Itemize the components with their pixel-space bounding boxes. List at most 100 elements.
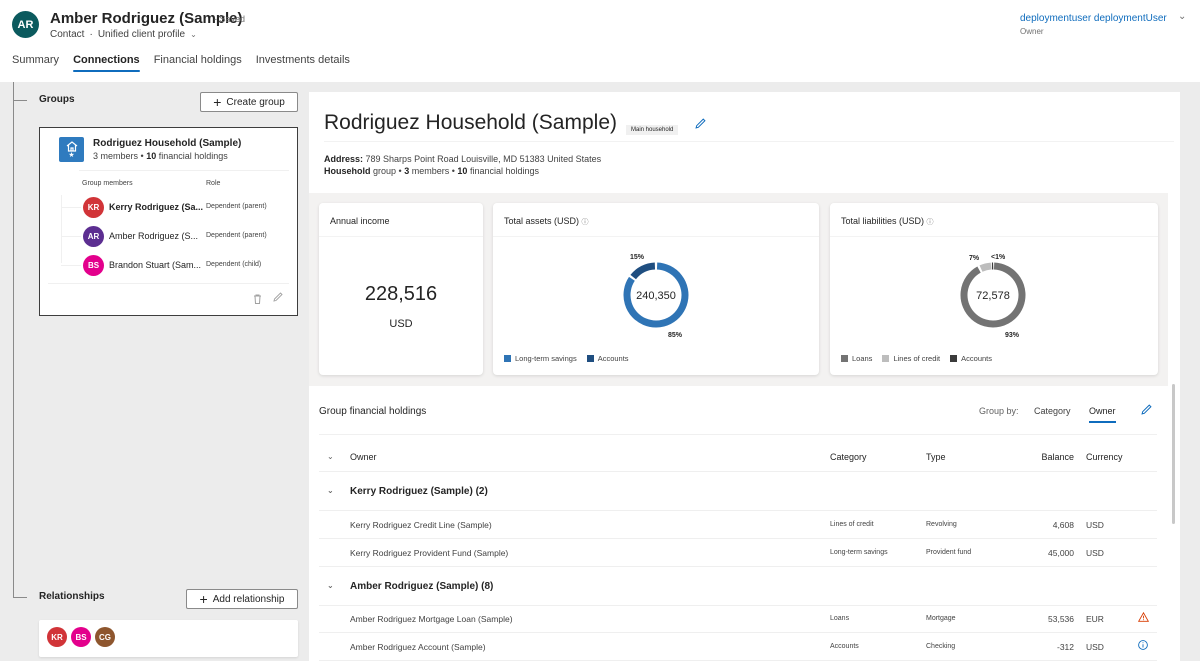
tree-connector: [61, 265, 81, 266]
relationships-heading: Relationships: [39, 591, 105, 602]
plus-icon: +: [213, 94, 222, 110]
tab-list: Summary Connections Financial holdings I…: [12, 54, 364, 72]
avatar: BS: [83, 255, 104, 276]
income-unit: USD: [389, 318, 413, 330]
scrollbar-thumb[interactable]: [1172, 384, 1175, 524]
household-panel: Rodriguez Household (Sample) Main househ…: [309, 92, 1180, 661]
col-category[interactable]: Category: [830, 452, 867, 462]
holding-name[interactable]: Amber Rodriguez Mortgage Loan (Sample): [350, 614, 513, 624]
holding-name[interactable]: Kerry Rodriguez Provident Fund (Sample): [350, 548, 508, 558]
legend-item[interactable]: Accounts: [586, 354, 629, 363]
relationships-card: KR BS CG: [39, 620, 298, 657]
card-title: Total liabilities (USD) ⓘ: [841, 216, 934, 227]
tree-connector: [13, 82, 14, 598]
group-member[interactable]: BS Brandon Stuart (Sam... Dependent (chi…: [61, 253, 291, 277]
avatar[interactable]: BS: [71, 627, 91, 647]
create-group-button[interactable]: + Create group: [200, 92, 298, 112]
annual-income-card: Annual income 228,516 USD: [319, 203, 483, 375]
avatar: AR: [83, 226, 104, 247]
table-row[interactable]: Kerry Rodriguez Credit Line (Sample) Lin…: [319, 511, 1157, 539]
edit-icon[interactable]: [273, 292, 283, 305]
group-row[interactable]: ⌄ Amber Rodriguez (Sample) (8): [319, 567, 1157, 606]
chevron-down-icon[interactable]: ⌄: [1178, 11, 1186, 22]
avatar: KR: [83, 197, 104, 218]
chevron-down-icon[interactable]: ⌄: [327, 486, 334, 495]
group-by-owner[interactable]: Owner: [1089, 406, 1116, 423]
tab-connections[interactable]: Connections: [73, 54, 140, 72]
data-label: 85%: [668, 332, 683, 339]
table-row[interactable]: Amber Rodriguez Account (Sample) Account…: [319, 633, 1157, 661]
household-summary: Household group • 3 members • 10 financi…: [324, 166, 539, 176]
legend-swatch: [586, 355, 594, 362]
delete-icon[interactable]: [253, 294, 262, 307]
table-row[interactable]: Amber Rodriguez Mortgage Loan (Sample) L…: [319, 605, 1157, 633]
tab-summary[interactable]: Summary: [12, 54, 59, 72]
legend-item[interactable]: Lines of credit: [882, 354, 940, 363]
warning-icon[interactable]: [1137, 611, 1150, 625]
save-status: - Saved: [214, 14, 246, 24]
col-owner[interactable]: Owner: [350, 452, 377, 462]
members-count: 3: [404, 166, 410, 176]
holding-type: Provident fund: [926, 549, 972, 556]
member-name[interactable]: Amber Rodriguez (S...: [109, 231, 198, 241]
legend-item[interactable]: Accounts: [950, 354, 992, 363]
avatar[interactable]: CG: [95, 627, 115, 647]
card-header: Annual income: [319, 203, 483, 237]
group-by-label: Group by:: [979, 406, 1019, 416]
member-role: Dependent (child): [206, 261, 262, 268]
holding-currency: USD: [1086, 548, 1104, 558]
legend-item[interactable]: Long-term savings: [504, 354, 577, 363]
group-type: Household: [324, 166, 371, 176]
holding-balance: 45,000: [1048, 548, 1074, 558]
chart-legend: Long-term savings Accounts: [504, 354, 629, 363]
col-currency[interactable]: Currency: [1086, 452, 1123, 462]
legend-item[interactable]: Loans: [841, 354, 872, 363]
collapse-all-icon[interactable]: ⌄: [327, 452, 334, 461]
donut-slice-accounts[interactable]: [630, 262, 656, 280]
info-icon[interactable]: ⓘ: [927, 219, 934, 226]
owner-link[interactable]: deploymentuser deploymentUser: [1020, 13, 1167, 24]
group-name[interactable]: Rodriguez Household (Sample): [93, 138, 241, 149]
form-name: Unified client profile: [97, 29, 186, 40]
donut-slice-lines-of-credit[interactable]: [979, 262, 992, 272]
col-balance[interactable]: Balance: [1041, 452, 1074, 462]
group-row[interactable]: ⌄ Kerry Rodriguez (Sample) (2): [319, 472, 1157, 511]
total-assets-card: Total assets (USD) ⓘ 85% 15% 240,350 Long-…: [493, 203, 819, 375]
member-name[interactable]: Brandon Stuart (Sam...: [109, 260, 201, 270]
info-icon[interactable]: [1138, 640, 1148, 653]
create-group-label: Create group: [226, 96, 285, 108]
holding-name[interactable]: Amber Rodriguez Account (Sample): [350, 642, 486, 652]
tab-financial-holdings[interactable]: Financial holdings: [154, 54, 242, 72]
info-icon[interactable]: ⓘ: [582, 219, 589, 226]
holding-balance: -312: [1056, 642, 1074, 652]
group-by-category[interactable]: Category: [1034, 406, 1071, 416]
col-type[interactable]: Type: [926, 452, 946, 462]
member-name[interactable]: Kerry Rodriguez (Sa...: [109, 202, 203, 212]
chart-title: Total liabilities (USD): [841, 216, 925, 226]
table-row[interactable]: Kerry Rodriguez Provident Fund (Sample) …: [319, 539, 1157, 567]
add-relationship-button[interactable]: + Add relationship: [186, 589, 298, 609]
group-member[interactable]: AR Amber Rodriguez (S... Dependent (pare…: [61, 224, 291, 248]
form-selector[interactable]: Contact · Unified client profile ⌄: [50, 29, 197, 40]
tab-investments-details[interactable]: Investments details: [256, 54, 350, 72]
chevron-down-icon[interactable]: ⌄: [327, 581, 334, 590]
owner-label: Owner: [1020, 27, 1044, 36]
legend-swatch: [882, 355, 890, 362]
legend-label: Loans: [852, 354, 873, 363]
holding-name[interactable]: Kerry Rodriguez Credit Line (Sample): [350, 520, 492, 530]
edit-icon[interactable]: [695, 118, 706, 132]
holding-category: Long-term savings: [830, 549, 888, 556]
record-avatar: AR: [12, 11, 39, 38]
liabilities-donut-chart: 93% 7% <1% 72,578: [960, 254, 1026, 339]
kpi-strip: Annual income 228,516 USD Total assets (…: [309, 193, 1168, 386]
holding-currency: USD: [1086, 520, 1104, 530]
edit-icon[interactable]: [1141, 404, 1152, 418]
legend-label: Accounts: [961, 354, 992, 363]
avatar[interactable]: KR: [47, 627, 67, 647]
chart-title: Total assets (USD): [504, 216, 580, 226]
group-card[interactable]: ★ Rodriguez Household (Sample) 3 members…: [39, 127, 298, 316]
donut-center-value: 240,350: [636, 290, 676, 302]
tree-connector: [61, 207, 81, 208]
group-member[interactable]: KR Kerry Rodriguez (Sa... Dependent (par…: [61, 195, 291, 219]
member-role: Dependent (parent): [206, 232, 267, 239]
